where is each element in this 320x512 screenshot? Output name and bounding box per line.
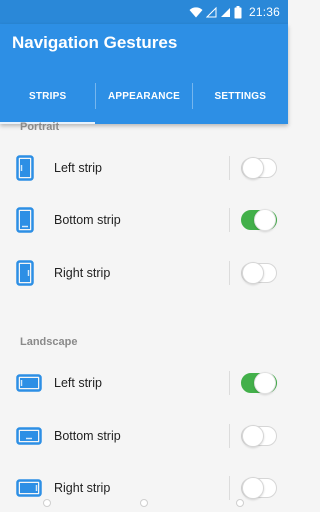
phone-portrait-bottom-strip-icon: [16, 207, 34, 233]
list-item-label: Right strip: [54, 481, 111, 495]
section-header-portrait: Portrait: [20, 121, 60, 133]
list-item-landscape-bottom-strip[interactable]: Bottom strip: [0, 410, 288, 462]
list-item-label: Left strip: [54, 376, 102, 390]
edge-handle-right: [236, 499, 244, 507]
toggle-knob: [254, 209, 276, 231]
toggle-portrait-left-strip[interactable]: [241, 156, 277, 180]
toggle-knob: [242, 425, 264, 447]
wifi-icon: [189, 7, 203, 18]
list-item-portrait-bottom-strip[interactable]: Bottom strip: [0, 194, 288, 246]
toggle-knob: [242, 262, 264, 284]
edge-handle-left: [43, 499, 51, 507]
toggle-landscape-right-strip[interactable]: [241, 476, 277, 500]
row-divider: [229, 156, 230, 180]
list-item-label: Left strip: [54, 161, 102, 175]
row-divider: [229, 208, 230, 232]
phone-portrait-left-strip-icon: [16, 155, 34, 181]
status-icons: 21:36: [189, 4, 280, 20]
tab-appearance[interactable]: APPEARANCE: [96, 68, 191, 124]
list-item-label: Right strip: [54, 266, 111, 280]
tab-strips-label: STRIPS: [29, 90, 67, 102]
row-divider: [229, 424, 230, 448]
phone-landscape-bottom-strip-icon: [16, 427, 42, 445]
toggle-portrait-bottom-strip[interactable]: [241, 208, 277, 232]
toggle-knob: [242, 157, 264, 179]
tab-bar: STRIPS APPEARANCE SETTINGS: [0, 68, 288, 124]
app-title: Navigation Gestures: [12, 33, 178, 52]
list-item-portrait-right-strip[interactable]: Right strip: [0, 247, 288, 299]
list-item-label: Bottom strip: [54, 429, 121, 443]
toggle-portrait-right-strip[interactable]: [241, 261, 277, 285]
toggle-landscape-bottom-strip[interactable]: [241, 424, 277, 448]
list-item-label: Bottom strip: [54, 213, 121, 227]
edge-handle-center: [140, 499, 148, 507]
app-bar: Navigation Gestures STRIPS APPEARANCE SE…: [0, 24, 288, 124]
toggle-knob: [254, 372, 276, 394]
phone-landscape-left-strip-icon: [16, 374, 42, 392]
status-bar: 21:36: [0, 0, 288, 24]
tab-settings[interactable]: SETTINGS: [193, 68, 288, 124]
tab-settings-label: SETTINGS: [214, 90, 267, 102]
tab-strips[interactable]: STRIPS: [0, 68, 96, 124]
row-divider: [229, 476, 230, 500]
phone-landscape-right-strip-icon: [16, 479, 42, 497]
toggle-landscape-left-strip[interactable]: [241, 371, 277, 395]
section-header-landscape: Landscape: [20, 336, 78, 348]
toggle-knob: [242, 477, 264, 499]
row-divider: [229, 371, 230, 395]
list-item-landscape-left-strip[interactable]: Left strip: [0, 357, 288, 409]
row-divider: [229, 261, 230, 285]
tab-appearance-label: APPEARANCE: [107, 90, 180, 102]
battery-icon: [234, 5, 242, 18]
signal-empty-icon: [205, 6, 217, 18]
signal-icon: [220, 8, 230, 17]
list-item-portrait-left-strip[interactable]: Left strip: [0, 142, 288, 194]
phone-portrait-right-strip-icon: [16, 260, 34, 286]
status-time: 21:36: [248, 5, 280, 19]
